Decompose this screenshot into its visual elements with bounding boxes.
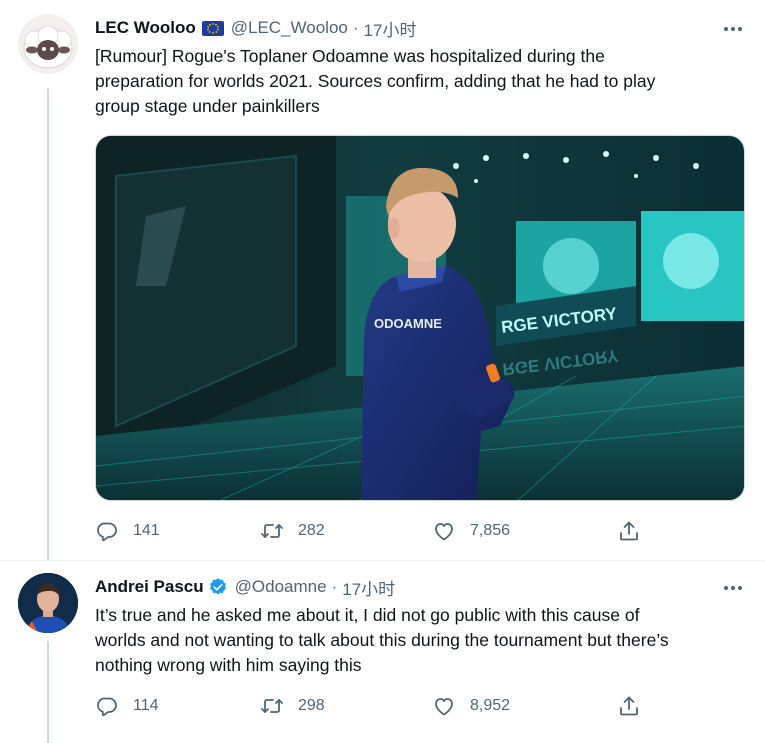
- tweet-text-line: [Rumour] Rogue's Toplaner Odoamne was ho…: [95, 46, 605, 66]
- reply-icon: [97, 522, 117, 542]
- avatar-lec-wooloo[interactable]: [18, 14, 78, 74]
- jersey-name: ODOAMNE: [374, 316, 442, 331]
- tweet-lec-wooloo[interactable]: LEC Wooloo @LEC_Wooloo · 17小时 [Rumour] R…: [0, 0, 766, 560]
- reply-count: 141: [133, 522, 160, 539]
- person-avatar-icon: [18, 573, 78, 633]
- share-icon: [620, 521, 638, 541]
- like-button[interactable]: 8,952: [432, 689, 510, 723]
- avatar-andrei-pascu[interactable]: [18, 573, 78, 633]
- separator-dot: ·: [331, 577, 338, 596]
- tweet-text-line: nothing wrong with him saying this: [95, 655, 362, 675]
- timestamp[interactable]: 17小时: [364, 16, 417, 41]
- like-icon: [435, 523, 453, 541]
- thread-line: [47, 88, 49, 560]
- like-count: 8,952: [470, 697, 511, 714]
- reply-icon: [97, 697, 117, 717]
- reply-button[interactable]: 114: [95, 689, 159, 723]
- author-name[interactable]: Andrei Pascu: [95, 577, 204, 597]
- retweet-button[interactable]: 298: [260, 689, 325, 723]
- more-icon[interactable]: [722, 18, 744, 40]
- tweet-header: LEC Wooloo @LEC_Wooloo · 17小时: [95, 16, 416, 40]
- reply-count: 114: [133, 697, 159, 714]
- like-count: 7,856: [470, 522, 511, 539]
- author-handle[interactable]: @LEC_Wooloo: [231, 18, 348, 38]
- retweet-button[interactable]: 282: [260, 514, 325, 548]
- tweet-text: [Rumour] Rogue's Toplaner Odoamne was ho…: [95, 44, 745, 119]
- tweet-actions: 114 298 8,952: [95, 689, 655, 723]
- tweet-media-photo[interactable]: RGE VICTORY RGE VICTORY ODOAMNE: [95, 135, 745, 501]
- separator-dot: ·: [352, 18, 359, 37]
- verified-icon: [208, 577, 228, 597]
- like-icon: [435, 698, 453, 716]
- retweet-icon: [261, 524, 283, 538]
- timestamp[interactable]: 17小时: [342, 575, 395, 600]
- reply-button[interactable]: 141: [95, 514, 160, 548]
- author-name[interactable]: LEC Wooloo: [95, 18, 196, 38]
- photo-player-on-stage: RGE VICTORY RGE VICTORY ODOAMNE: [96, 136, 744, 500]
- tweet-text-line: It’s true and he asked me about it, I di…: [95, 605, 640, 625]
- author-handle[interactable]: @Odoamne: [235, 577, 327, 597]
- tweet-andrei-pascu[interactable]: Andrei Pascu @Odoamne · 17小时 It’s true a…: [0, 560, 766, 743]
- share-button[interactable]: [617, 689, 641, 723]
- retweet-count: 282: [298, 522, 325, 539]
- sheep-avatar-icon: [18, 14, 78, 74]
- thread-line: [47, 641, 49, 743]
- tweet-text-line: worlds and not wanting to talk about thi…: [95, 630, 669, 650]
- retweet-count: 298: [298, 697, 325, 714]
- eu-flag-icon: [201, 20, 224, 36]
- share-button[interactable]: [617, 514, 641, 548]
- share-icon: [620, 696, 638, 716]
- tweet-text: It’s true and he asked me about it, I di…: [95, 603, 745, 678]
- tweet-text-line: group stage under painkillers: [95, 96, 320, 116]
- more-icon[interactable]: [722, 577, 744, 599]
- tweet-actions: 141 282 7,856: [95, 514, 655, 548]
- like-button[interactable]: 7,856: [432, 514, 510, 548]
- tweet-text-line: preparation for worlds 2021. Sources con…: [95, 71, 656, 91]
- tweet-header: Andrei Pascu @Odoamne · 17小时: [95, 575, 395, 599]
- retweet-icon: [261, 699, 283, 713]
